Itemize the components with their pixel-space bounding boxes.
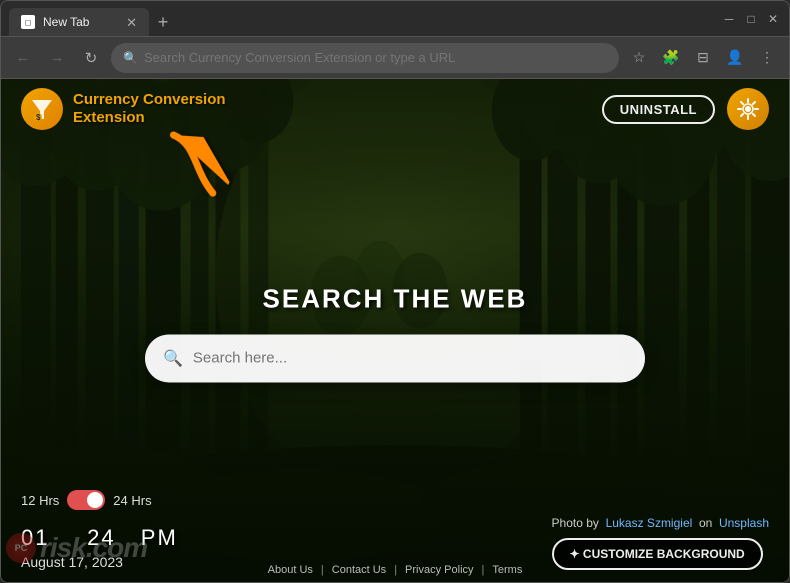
- photo-credit: Photo by Lukasz Szmigiel on Unsplash: [552, 516, 769, 530]
- customize-background-button[interactable]: ✦ CUSTOMIZE BACKGROUND: [552, 538, 763, 570]
- right-bottom: Photo by Lukasz Szmigiel on Unsplash ✦ C…: [552, 516, 769, 570]
- menu-button[interactable]: ⋮: [753, 44, 781, 72]
- title-bar: ◻ New Tab ✕ + ─ □ ✕: [1, 1, 789, 37]
- header-bar: $ Currency Conversion Extension UNINSTAL…: [1, 79, 789, 139]
- search-section: SEARCH THE WEB 🔍: [145, 283, 645, 382]
- footer-about[interactable]: About Us: [268, 564, 313, 576]
- new-tab-button[interactable]: +: [149, 8, 177, 36]
- time-toggle-row: 12 Hrs 24 Hrs: [21, 490, 178, 510]
- photographer-link[interactable]: Lukasz Szmigiel: [606, 516, 693, 530]
- maximize-button[interactable]: □: [743, 11, 759, 27]
- toolbar: ← → ↻ 🔍 ☆ 🧩 ⊟ 👤 ⋮: [1, 37, 789, 79]
- logo-icon: $: [21, 88, 63, 130]
- footer-privacy[interactable]: Privacy Policy: [405, 564, 473, 576]
- search-box[interactable]: 🔍: [145, 334, 645, 382]
- footer-contact[interactable]: Contact Us: [332, 564, 386, 576]
- header-right: UNINSTALL: [602, 88, 769, 130]
- toggle-thumb: [87, 492, 103, 508]
- back-button[interactable]: ←: [9, 44, 37, 72]
- 24hr-label: 24 Hrs: [113, 493, 151, 508]
- tab-area: ◻ New Tab ✕ +: [9, 1, 707, 36]
- active-tab[interactable]: ◻ New Tab ✕: [9, 8, 149, 36]
- pcrisk-logo-icon: PC: [6, 533, 36, 563]
- tab-favicon: ◻: [21, 15, 35, 29]
- extensions-button[interactable]: 🧩: [657, 44, 685, 72]
- close-window-button[interactable]: ✕: [765, 11, 781, 27]
- search-input[interactable]: [193, 349, 627, 366]
- profile-button[interactable]: 👤: [721, 44, 749, 72]
- pcrisk-text: risk.com: [40, 532, 147, 564]
- footer-terms[interactable]: Terms: [492, 564, 522, 576]
- address-input[interactable]: [144, 50, 607, 65]
- search-title: SEARCH THE WEB: [145, 283, 645, 314]
- uninstall-button[interactable]: UNINSTALL: [602, 95, 715, 124]
- address-bar[interactable]: 🔍: [111, 43, 619, 73]
- search-box-icon: 🔍: [163, 348, 183, 368]
- search-icon: 🔍: [123, 51, 138, 65]
- logo-text: Currency Conversion Extension: [73, 91, 226, 127]
- bookmark-this-button[interactable]: ☆: [625, 44, 653, 72]
- extension-settings-button[interactable]: [727, 88, 769, 130]
- browser-frame: ◻ New Tab ✕ + ─ □ ✕ ← → ↻ 🔍 ☆ 🧩 ⊟ 👤 ⋮: [0, 0, 790, 583]
- split-screen-button[interactable]: ⊟: [689, 44, 717, 72]
- toolbar-actions: ☆ 🧩 ⊟ 👤 ⋮: [625, 44, 781, 72]
- pcrisk-watermark: PC risk.com: [6, 532, 147, 564]
- forward-button[interactable]: →: [43, 44, 71, 72]
- footer-links: About Us | Contact Us | Privacy Policy |…: [268, 564, 523, 576]
- 12hr-label: 12 Hrs: [21, 493, 59, 508]
- reload-button[interactable]: ↻: [77, 44, 105, 72]
- time-format-toggle[interactable]: [67, 490, 105, 510]
- window-controls: ─ □ ✕: [721, 11, 781, 27]
- page-content: $ Currency Conversion Extension UNINSTAL…: [1, 79, 789, 582]
- svg-text:$: $: [36, 113, 41, 122]
- tab-title: New Tab: [43, 15, 89, 29]
- platform-link[interactable]: Unsplash: [719, 516, 769, 530]
- tab-close-button[interactable]: ✕: [126, 16, 137, 29]
- minimize-button[interactable]: ─: [721, 11, 737, 27]
